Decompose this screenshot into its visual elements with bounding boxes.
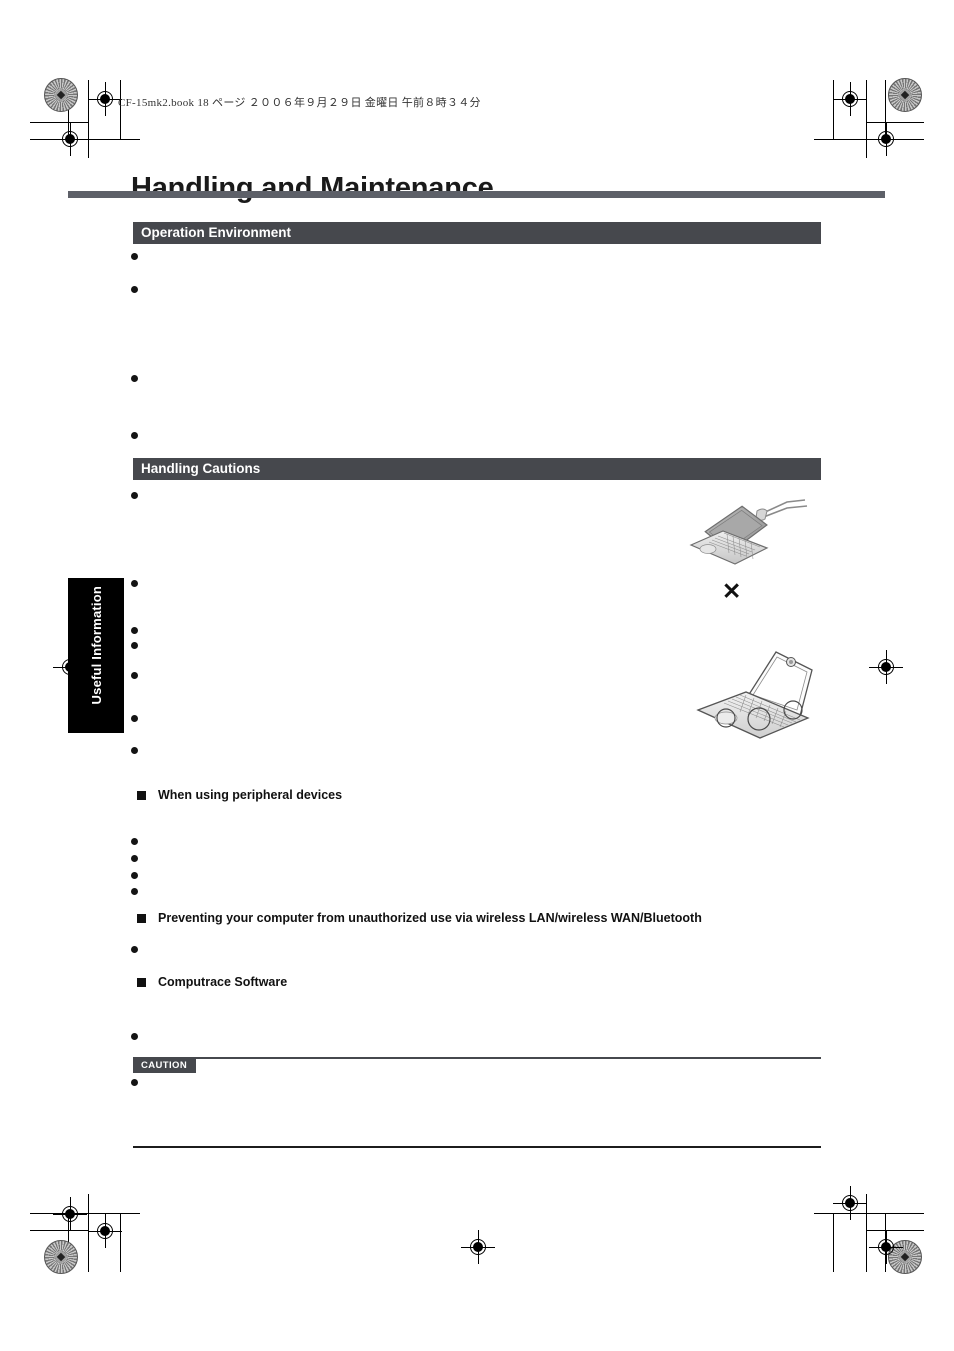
registration-crosshair-right [869,650,903,684]
square-bullet-icon [137,790,146,800]
registration-crosshair [869,122,903,156]
subheading-label: Computrace Software [158,975,288,989]
list-item-bullet [131,672,138,679]
side-tab-label: Useful Information [88,586,104,705]
subheading-peripheral-devices: When using peripheral devices [137,788,342,802]
subheading-computrace-software: Computrace Software [137,975,287,989]
caution-badge: CAUTION [133,1059,197,1073]
title-divider [68,191,885,198]
subheading-label: Preventing your computer from unauthoriz… [158,911,702,925]
illustration-laptop-lifted-by-screen [683,498,833,578]
registration-crosshair [869,1230,903,1264]
registration-crosshair [53,1197,87,1231]
section-header-operation-environment: Operation Environment [133,222,821,244]
registration-star-mark [888,78,922,112]
list-item-bullet [131,838,138,845]
illustration-laptop-open-angled [688,648,833,743]
list-item-bullet [131,1033,138,1040]
crop-line [814,1213,924,1214]
registration-crosshair [88,82,122,116]
list-item-bullet [131,715,138,722]
list-item-bullet [131,1079,138,1086]
square-bullet-icon [137,977,146,987]
registration-crosshair [53,122,87,156]
registration-crosshair [833,82,867,116]
list-item-bullet [131,642,138,649]
list-item-bullet [131,286,138,293]
print-job-header: CF-15mk2.book 18 ページ ２００６年９月２９日 金曜日 午前８時… [118,97,481,109]
bottom-divider [133,1146,821,1148]
subheading-label: When using peripheral devices [158,788,343,802]
crop-line [833,1213,834,1272]
list-item-bullet [131,855,138,862]
square-bullet-icon [137,913,146,923]
list-item-bullet [131,946,138,953]
registration-star-mark [44,78,78,112]
registration-crosshair [88,1214,122,1248]
list-item-bullet [131,375,138,382]
registration-star-mark [44,1240,78,1274]
list-item-bullet [131,580,138,587]
list-item-bullet [131,872,138,879]
list-item-bullet [131,627,138,634]
list-item-bullet [131,747,138,754]
registration-crosshair-bottom [461,1230,495,1264]
caution-divider [133,1057,821,1059]
list-item-bullet [131,253,138,260]
list-item-bullet [131,888,138,895]
section-header-handling-cautions: Handling Cautions [133,458,821,480]
registration-crosshair [833,1186,867,1220]
side-tab-useful-information: Useful Information [68,578,124,733]
list-item-bullet [131,432,138,439]
list-item-bullet [131,492,138,499]
page-title: Handling and Maintenance [131,172,494,205]
subheading-preventing-unauthorized-use: Preventing your computer from unauthoriz… [137,911,702,925]
prohibited-x-icon: ✕ [722,578,742,604]
